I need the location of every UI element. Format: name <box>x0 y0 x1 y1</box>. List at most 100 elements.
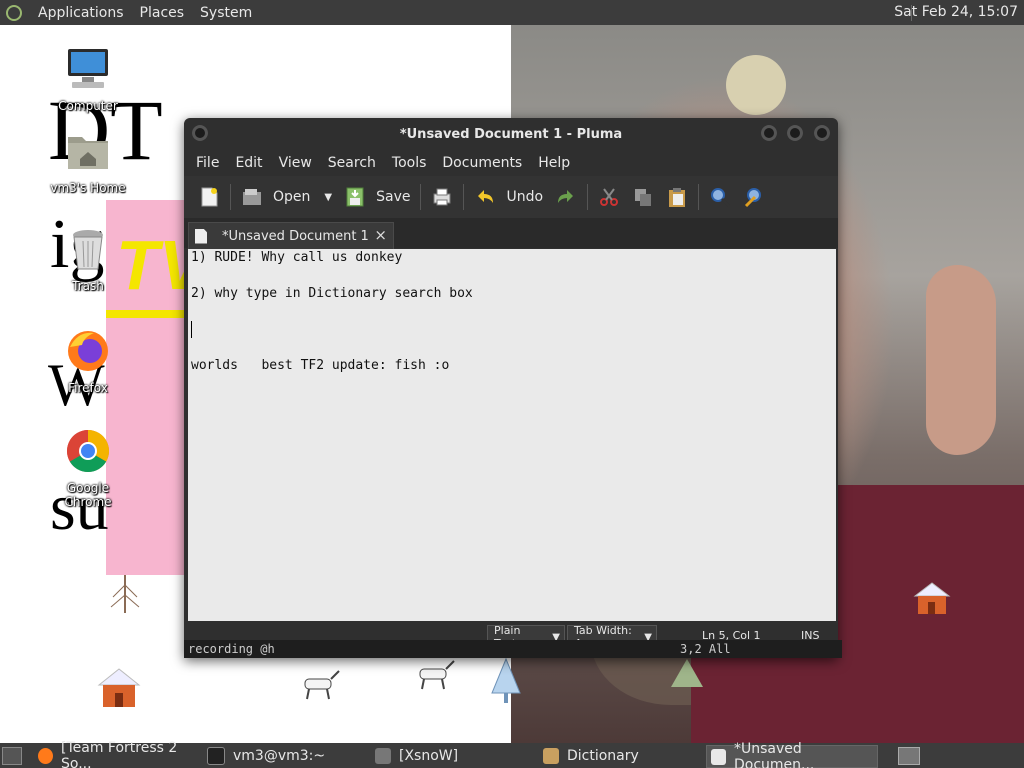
tab-label: *Unsaved Document 1 <box>222 228 369 244</box>
editor-line: 1) RUDE! Why call us donkey <box>191 250 403 265</box>
top-panel: Applications Places System Sat Feb 24, 1… <box>0 0 1024 25</box>
taskbar-label: vm3@vm3:~ <box>233 747 326 764</box>
menu-help[interactable]: Help <box>530 155 578 171</box>
window-titlebar[interactable]: *Unsaved Document 1 - Pluma <box>184 118 838 150</box>
taskbar-item-dictionary[interactable]: Dictionary <box>539 745 708 766</box>
find-icon <box>711 188 731 208</box>
taskbar-item-terminal[interactable]: vm3@vm3:~ <box>203 745 372 766</box>
window-menu-icon[interactable] <box>192 125 208 141</box>
undo-button[interactable]: Undo <box>468 180 549 214</box>
save-button[interactable]: Save <box>338 180 416 214</box>
chrome-icon <box>66 430 110 473</box>
desktop-icon-label: Firefox <box>68 381 108 395</box>
menu-edit[interactable]: Edit <box>227 155 270 171</box>
maximize-icon[interactable] <box>787 125 803 141</box>
close-window-icon[interactable] <box>814 125 830 141</box>
applications-menu[interactable]: Applications <box>30 5 132 21</box>
desktop-icon-firefox[interactable]: Firefox <box>43 327 133 395</box>
new-document-icon <box>201 187 218 207</box>
open-folder-icon <box>243 189 261 205</box>
show-desktop-icon[interactable] <box>2 747 22 765</box>
redo-icon <box>558 190 574 203</box>
wallpaper-yellow-bar <box>106 310 186 318</box>
workspace-switcher[interactable] <box>898 747 920 765</box>
toolbar-separator <box>587 184 589 210</box>
paste-button[interactable] <box>660 180 694 214</box>
desktop-icon-label: Computer <box>58 99 118 113</box>
taskbar-item-pluma[interactable]: *Unsaved Documen... <box>706 741 878 768</box>
toolbar-separator <box>420 184 422 210</box>
tab-unsaved-document[interactable]: *Unsaved Document 1 × <box>188 222 394 249</box>
terminal-status-left: recording @h <box>188 642 275 656</box>
find-replace-icon <box>745 188 762 208</box>
desktop-icon-computer[interactable]: Computer <box>43 45 133 113</box>
document-icon <box>195 228 207 244</box>
taskbar-item-xsnow[interactable]: [XsnoW] <box>371 745 540 766</box>
moon-decoration <box>726 55 786 115</box>
taskbar-label: [XsnoW] <box>399 747 459 764</box>
undo-icon <box>478 190 494 203</box>
copy-button[interactable] <box>626 180 660 214</box>
terminal-icon <box>207 746 225 765</box>
system-menu[interactable]: System <box>192 5 260 21</box>
taskbar-label: *Unsaved Documen... <box>733 740 815 768</box>
desktop-icon-label: Google Chrome <box>64 481 112 509</box>
dictionary-icon <box>543 747 559 764</box>
open-button[interactable]: Open ▼ <box>235 180 338 214</box>
save-label: Save <box>376 189 411 205</box>
background-terminal-strip: recording @h 3,2 All <box>184 640 842 658</box>
snow-house-icon <box>913 582 951 614</box>
taskbar-label: [Team Fortress 2 So... <box>61 739 178 768</box>
reindeer-icon <box>419 660 455 690</box>
desktop-icon-label: Trash <box>72 279 104 293</box>
cut-button[interactable] <box>592 180 626 214</box>
text-editor-area[interactable]: 1) RUDE! Why call us donkey 2) why type … <box>188 249 836 621</box>
taskbar-item-firefox[interactable]: [Team Fortress 2 So... <box>34 740 203 768</box>
menu-tools[interactable]: Tools <box>384 155 435 171</box>
redo-button[interactable] <box>549 180 583 214</box>
window-icon <box>375 747 391 764</box>
close-tab-icon[interactable]: × <box>374 226 387 244</box>
snow-house-icon <box>97 668 141 707</box>
toolbar-separator <box>230 184 231 210</box>
editor-line-cursor <box>188 321 836 339</box>
minimize-icon[interactable] <box>761 125 777 141</box>
menubar: File Edit View Search Tools Documents He… <box>184 150 838 176</box>
paste-icon <box>669 188 686 207</box>
desktop-icon-trash[interactable]: Trash <box>43 225 133 293</box>
find-button[interactable] <box>703 180 737 214</box>
desktop-icon-home[interactable]: vm3's Home <box>43 127 133 195</box>
mate-logo-icon[interactable] <box>6 4 22 21</box>
toolbar-separator <box>698 184 700 210</box>
clock[interactable]: Sat Feb 24, 15:07 <box>894 4 1018 20</box>
save-icon <box>346 187 364 207</box>
wallpaper-ear <box>926 265 996 455</box>
trash-icon <box>73 230 103 270</box>
places-menu[interactable]: Places <box>132 5 193 21</box>
reindeer-icon <box>304 670 340 700</box>
window-title: *Unsaved Document 1 - Pluma <box>399 126 623 142</box>
find-replace-button[interactable] <box>737 180 771 214</box>
copy-icon <box>635 189 652 206</box>
open-label: Open <box>273 189 311 205</box>
desktop-icon-chrome[interactable]: Google Chrome <box>43 427 133 509</box>
menu-file[interactable]: File <box>188 155 227 171</box>
text-cursor <box>191 321 192 338</box>
home-folder-icon <box>68 137 108 169</box>
print-button[interactable] <box>425 180 459 214</box>
snow-tree-icon <box>110 575 140 613</box>
chevron-down-icon[interactable]: ▼ <box>324 192 332 203</box>
print-icon <box>433 188 451 206</box>
menu-documents[interactable]: Documents <box>434 155 530 171</box>
menu-search[interactable]: Search <box>320 155 384 171</box>
desktop-icon-label: vm3's Home <box>50 181 126 195</box>
new-button[interactable] <box>192 180 226 214</box>
editor-line: worlds best TF2 update: fish :o <box>191 358 450 373</box>
terminal-status-right: 3,2 All <box>680 642 731 656</box>
menu-view[interactable]: View <box>271 155 320 171</box>
editor-line: 2) why type in Dictionary search box <box>191 286 473 301</box>
snow-tree-icon <box>671 659 703 687</box>
firefox-icon <box>38 747 54 764</box>
